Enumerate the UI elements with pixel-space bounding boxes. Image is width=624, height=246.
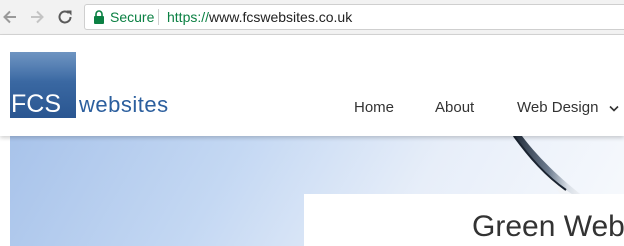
nav-item-home[interactable]: Home	[354, 99, 394, 116]
url-text[interactable]: https://www.fcswebsites.co.uk	[167, 9, 352, 25]
logo-box-shine	[10, 52, 76, 82]
url-host: www.fcswebsites.co.uk	[209, 9, 353, 25]
hero-title: Green Web	[472, 210, 624, 243]
nav-item-about[interactable]: About	[435, 99, 474, 116]
omnibox-divider	[158, 9, 159, 25]
logo-websites-text: websites	[79, 92, 169, 117]
nav-item-web-design[interactable]: Web Design	[517, 99, 598, 116]
address-bar[interactable]: Secure https://www.fcswebsites.co.uk	[84, 4, 624, 30]
lock-icon	[93, 10, 105, 24]
site-header: FCS websites Home About Web Design	[0, 35, 624, 136]
browser-toolbar: Secure https://www.fcswebsites.co.uk	[0, 0, 624, 35]
url-scheme: https://	[167, 9, 210, 25]
site-logo[interactable]: FCS websites	[10, 52, 200, 120]
logo-fcs-text: FCS	[11, 90, 61, 118]
forward-arrow-icon[interactable]	[27, 7, 47, 27]
logo-box: FCS	[10, 52, 76, 118]
secure-label: Secure	[110, 9, 155, 25]
reload-icon[interactable]	[55, 7, 75, 27]
back-arrow-icon[interactable]	[0, 7, 20, 27]
chevron-down-icon[interactable]	[609, 105, 619, 113]
